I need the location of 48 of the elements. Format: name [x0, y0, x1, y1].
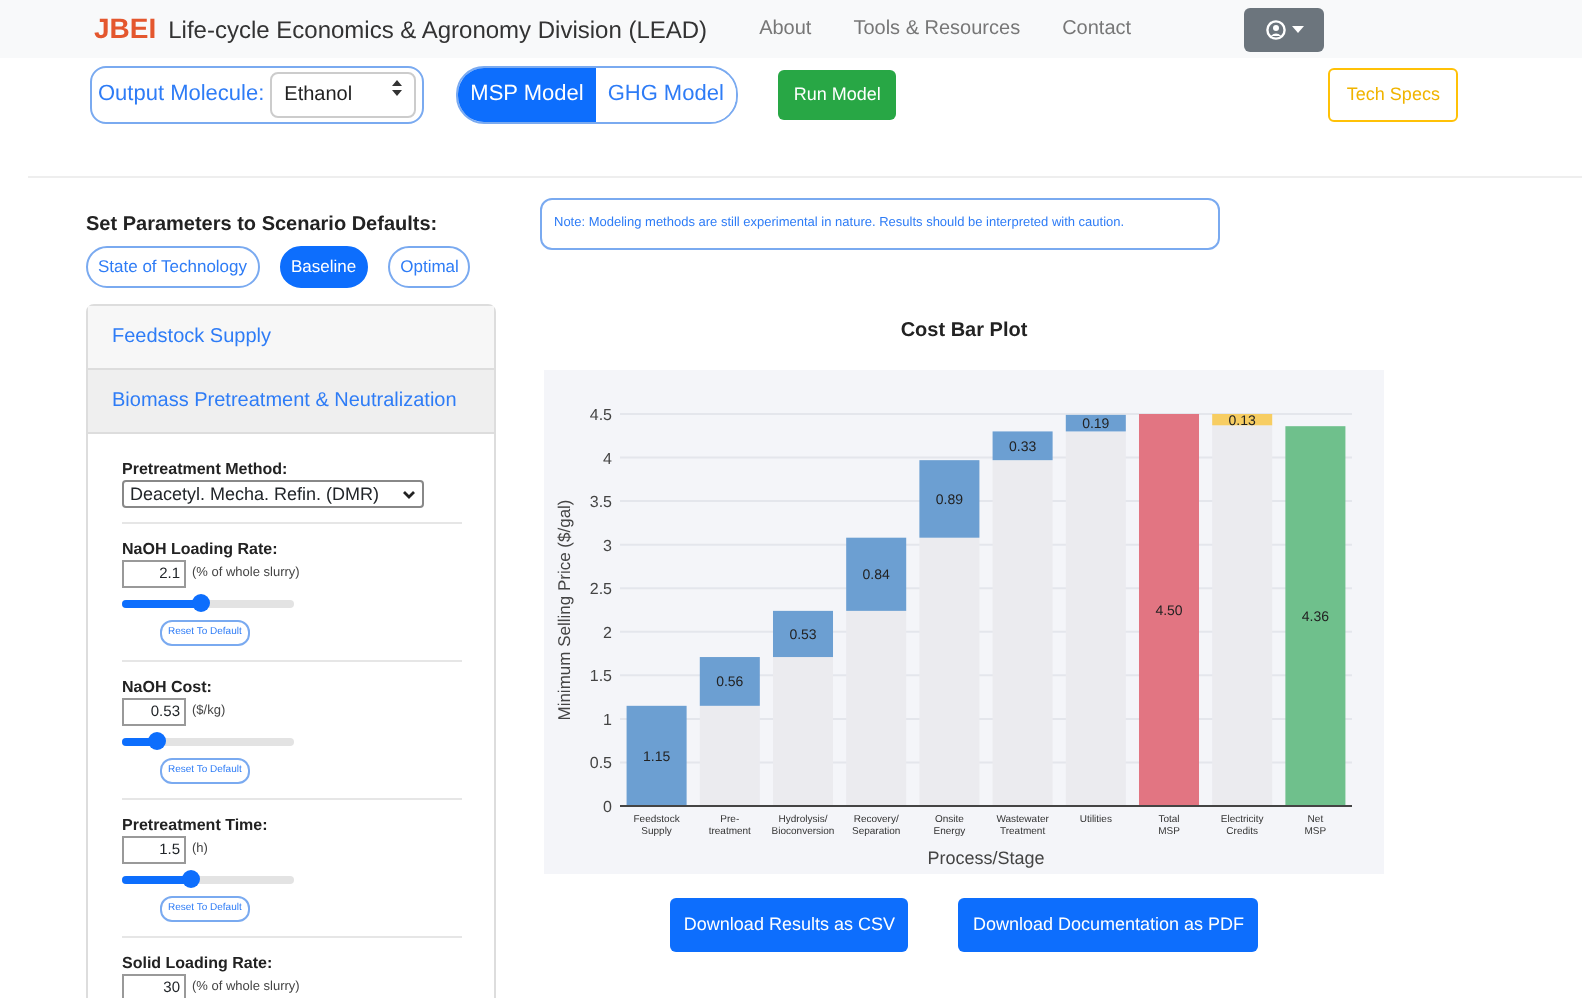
nav-link[interactable]: Tools & Resources [853, 14, 1021, 44]
caret-icon [1291, 25, 1303, 33]
slider-track[interactable] [122, 875, 294, 884]
chevron-icon [402, 489, 416, 500]
output-molecule-select[interactable]: Ethanol [270, 72, 417, 118]
y-tick-label: 0.5 [589, 753, 612, 772]
chart-title: Cost Bar Plot [898, 317, 1030, 346]
model-toggle[interactable]: MSP Model [458, 68, 596, 122]
y-tick-label: 4 [603, 449, 612, 468]
slider-thumb[interactable] [191, 593, 210, 612]
parameter-label: Pretreatment Method: [122, 457, 290, 480]
y-axis-title: Minimum Selling Price ($/gal) [554, 498, 574, 721]
accordion-header[interactable]: Feedstock Supply [88, 305, 494, 370]
scenario-button[interactable]: Optimal [388, 246, 471, 288]
parameter-label: Solid Loading Rate: [122, 951, 275, 974]
brand-logo[interactable]: JBEI [94, 8, 157, 50]
accordion-header[interactable]: Biomass Pretreatment & Neutralization [88, 369, 494, 434]
y-tick-label: 2 [603, 623, 612, 642]
nav-link[interactable]: About [759, 14, 812, 44]
updown-icon [392, 80, 403, 96]
y-tick-label: 3 [603, 536, 612, 555]
run-model-button[interactable]: Run Model [777, 69, 897, 121]
parameter-label: NaOH Loading Rate: [122, 537, 280, 560]
user-menu-button[interactable] [1244, 7, 1324, 51]
scenario-button[interactable]: State of Technology [86, 246, 260, 288]
nav-link[interactable]: Contact [1062, 14, 1132, 44]
download-button[interactable]: Download Documentation as PDF [958, 897, 1259, 953]
bar-segment [626, 705, 687, 806]
slider-thumb[interactable] [148, 731, 167, 750]
brand-title[interactable]: Life-cycle Economics & Agronomy Division (LEAD) [168, 11, 708, 47]
download-button[interactable]: Download Results as CSV [669, 897, 909, 953]
slider-track[interactable] [122, 599, 294, 608]
y-tick-label: 1.5 [589, 666, 612, 685]
user-icon [1265, 19, 1285, 39]
y-tick-label: 3.5 [589, 492, 612, 511]
section-heading: Set Parameters to Scenario Defaults: [86, 212, 440, 240]
parameter-label: NaOH Cost: [122, 675, 214, 698]
slider-track[interactable] [122, 737, 294, 746]
y-tick-label: 1 [603, 710, 612, 729]
x-axis-title: Process/Stage [927, 847, 1045, 868]
y-tick-label: 4.5 [589, 405, 612, 424]
field-label: Output Molecule: [98, 80, 265, 111]
slider-thumb[interactable] [182, 869, 201, 888]
method-select[interactable]: Deacetyl. Mecha. Refin. (DMR) [122, 479, 424, 508]
y-tick-label: 2.5 [589, 579, 612, 598]
parameter-label: Pretreatment Time: [122, 813, 270, 836]
y-tick-label: 0 [603, 797, 612, 816]
scenario-button[interactable]: Baseline [279, 246, 369, 288]
